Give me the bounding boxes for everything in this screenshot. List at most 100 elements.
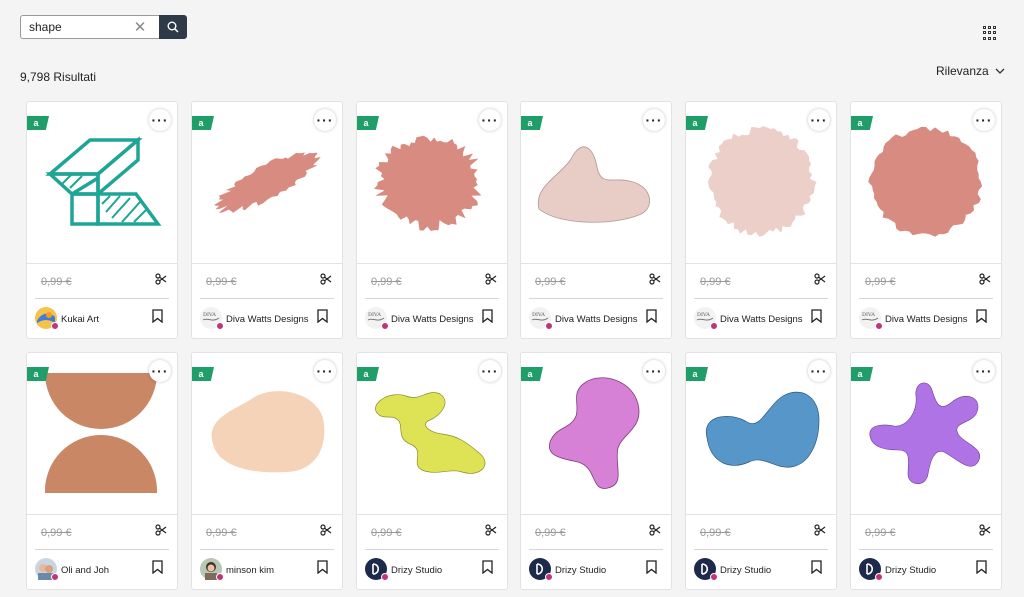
designer-name[interactable]: Diva Watts Designs xyxy=(391,314,474,325)
access-badge: a xyxy=(686,367,708,381)
avatar[interactable] xyxy=(859,558,883,581)
member-badge-icon xyxy=(710,322,718,330)
more-options-button[interactable]: ··· xyxy=(643,109,665,131)
avatar[interactable]: DIVA xyxy=(200,307,224,330)
member-badge-icon xyxy=(381,322,389,330)
product-card[interactable]: a ··· 0,99 € Oli and Joh xyxy=(26,352,178,590)
product-card[interactable]: a ··· 0,99 € DIVA Diva Watts Designs xyxy=(520,101,672,339)
product-card[interactable]: a ··· 0,99 € DIVA Diva Watts Designs xyxy=(850,101,1002,339)
designer-name[interactable]: Drizy Studio xyxy=(391,565,442,576)
bookmark-icon[interactable] xyxy=(811,560,822,575)
avatar[interactable] xyxy=(694,558,718,581)
product-card[interactable]: a ··· 0,99 € DIVA Diva Watts Designs xyxy=(356,101,508,339)
designer-name[interactable]: Diva Watts Designs xyxy=(226,314,309,325)
designer-name[interactable]: Drizy Studio xyxy=(885,565,936,576)
member-badge-icon xyxy=(216,322,224,330)
bookmark-icon[interactable] xyxy=(317,560,328,575)
divider xyxy=(200,298,334,299)
avatar[interactable] xyxy=(35,307,59,330)
scissors-icon[interactable] xyxy=(979,273,991,288)
price-label: 0,99 € xyxy=(206,527,237,539)
sort-dropdown[interactable]: Rilevanza xyxy=(936,64,1005,78)
member-badge-icon xyxy=(545,322,553,330)
product-card[interactable]: a ··· 0,99 € Drizy Studio xyxy=(520,352,672,590)
avatar[interactable]: DIVA xyxy=(694,307,718,330)
designer-name[interactable]: Diva Watts Designs xyxy=(720,314,803,325)
svg-text:DIVA: DIVA xyxy=(368,312,381,318)
avatar[interactable]: DIVA xyxy=(859,307,883,330)
bookmark-icon[interactable] xyxy=(482,309,493,324)
avatar[interactable] xyxy=(200,558,224,581)
bookmark-icon[interactable] xyxy=(482,560,493,575)
bookmark-icon[interactable] xyxy=(976,560,987,575)
price-label: 0,99 € xyxy=(371,276,402,288)
product-card[interactable]: a ··· 0,99 € DIVA Diva Watts Designs xyxy=(685,101,837,339)
more-options-button[interactable]: ··· xyxy=(149,360,171,382)
avatar[interactable]: DIVA xyxy=(529,307,553,330)
scissors-icon[interactable] xyxy=(485,273,497,288)
scissors-icon[interactable] xyxy=(814,273,826,288)
more-options-button[interactable]: ··· xyxy=(808,109,830,131)
more-options-button[interactable]: ··· xyxy=(314,360,336,382)
avatar[interactable] xyxy=(35,558,59,581)
search-input[interactable] xyxy=(29,20,129,34)
more-options-button[interactable]: ··· xyxy=(479,360,501,382)
scissors-icon[interactable] xyxy=(979,524,991,539)
member-badge-icon xyxy=(875,573,883,581)
search-field[interactable]: ✕ xyxy=(20,15,159,39)
designer-name[interactable]: Diva Watts Designs xyxy=(885,314,968,325)
product-card[interactable]: a ··· 0,99 € Drizy Studio xyxy=(685,352,837,590)
bookmark-icon[interactable] xyxy=(976,309,987,324)
bookmark-icon[interactable] xyxy=(317,309,328,324)
scissors-icon[interactable] xyxy=(155,273,167,288)
svg-text:DIVA: DIVA xyxy=(862,312,875,318)
designer-name[interactable]: Drizy Studio xyxy=(555,565,606,576)
product-card[interactable]: a ··· 0,99 € DIVA Diva Watts Designs xyxy=(191,101,343,339)
scissors-icon[interactable] xyxy=(649,273,661,288)
grid-view-icon[interactable] xyxy=(983,26,997,40)
designer-name[interactable]: Diva Watts Designs xyxy=(555,314,638,325)
more-options-button[interactable]: ··· xyxy=(314,109,336,131)
designer-name[interactable]: Drizy Studio xyxy=(720,565,771,576)
access-badge: a xyxy=(521,116,543,130)
more-options-button[interactable]: ··· xyxy=(643,360,665,382)
product-card[interactable]: a ··· 0,99 € Drizy Studio xyxy=(356,352,508,590)
more-options-button[interactable]: ··· xyxy=(149,109,171,131)
more-options-button[interactable]: ··· xyxy=(479,109,501,131)
bookmark-icon[interactable] xyxy=(152,560,163,575)
bookmark-icon[interactable] xyxy=(152,309,163,324)
product-card[interactable]: a ··· 0,99 € Drizy Studio xyxy=(850,352,1002,590)
scissors-icon[interactable] xyxy=(649,524,661,539)
avatar[interactable] xyxy=(365,558,389,581)
designer-name[interactable]: Kukai Art xyxy=(61,314,99,325)
product-card[interactable]: a ··· 0,99 € Kukai Art xyxy=(26,101,178,339)
bookmark-icon[interactable] xyxy=(646,309,657,324)
product-card[interactable]: a ··· 0,99 € minson kim xyxy=(191,352,343,590)
search-button[interactable] xyxy=(159,15,187,39)
designer-name[interactable]: Oli and Joh xyxy=(61,565,109,576)
divider xyxy=(357,263,507,264)
close-icon[interactable]: ✕ xyxy=(129,16,151,38)
more-options-button[interactable]: ··· xyxy=(973,109,995,131)
member-badge-icon xyxy=(381,573,389,581)
divider xyxy=(357,514,507,515)
scissors-icon[interactable] xyxy=(485,524,497,539)
designer-name[interactable]: minson kim xyxy=(226,565,274,576)
avatar[interactable]: DIVA xyxy=(365,307,389,330)
access-badge: a xyxy=(27,116,49,130)
more-options-button[interactable]: ··· xyxy=(973,360,995,382)
scissors-icon[interactable] xyxy=(155,524,167,539)
scissors-icon[interactable] xyxy=(814,524,826,539)
sort-label: Rilevanza xyxy=(936,64,989,78)
scissors-icon[interactable] xyxy=(320,524,332,539)
bookmark-icon[interactable] xyxy=(811,309,822,324)
more-options-button[interactable]: ··· xyxy=(808,360,830,382)
divider xyxy=(686,514,836,515)
bookmark-icon[interactable] xyxy=(646,560,657,575)
price-label: 0,99 € xyxy=(700,527,731,539)
member-badge-icon xyxy=(545,573,553,581)
price-label: 0,99 € xyxy=(865,527,896,539)
divider xyxy=(686,263,836,264)
scissors-icon[interactable] xyxy=(320,273,332,288)
avatar[interactable] xyxy=(529,558,553,581)
